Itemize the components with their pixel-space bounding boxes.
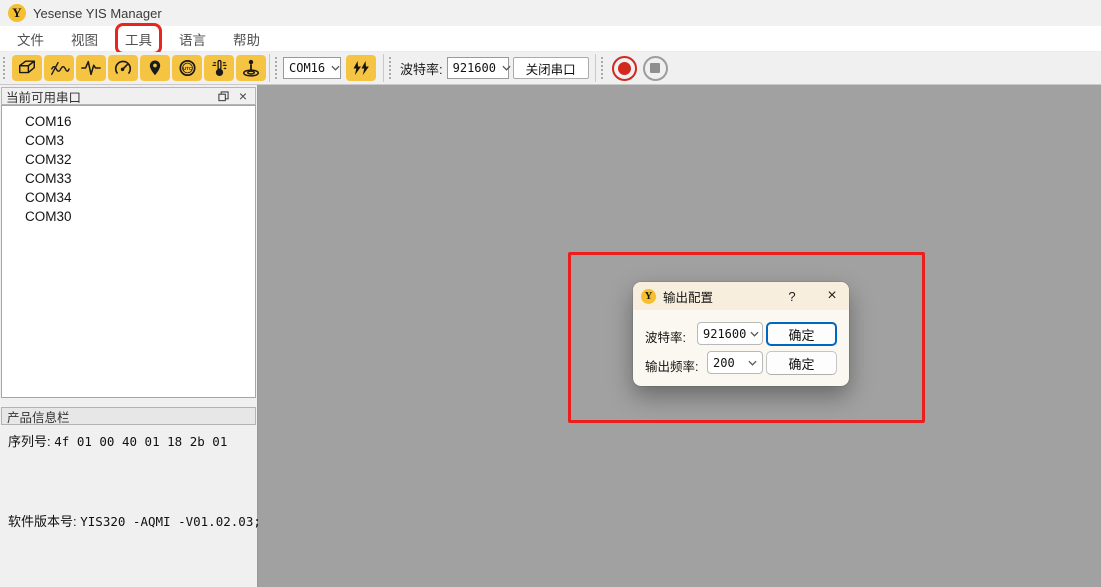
dock-header: 当前可用串口 × [1,87,256,105]
chevron-down-icon [502,65,511,71]
toolbar-location-button[interactable] [140,55,170,81]
chevron-down-icon [331,65,340,71]
toolbar-temperature-button[interactable] [204,55,234,81]
float-panel-icon[interactable] [215,89,231,103]
dialog-rate-select[interactable]: 200 [707,351,763,374]
thermometer-icon [209,58,230,78]
baud-rate-label: 波特率: [400,59,443,78]
close-serial-button[interactable]: 关闭串口 [513,57,589,79]
menu-view[interactable]: 视图 [64,26,105,52]
list-item-port[interactable]: COM30 [2,207,255,226]
utc-clock-icon: UTC [177,58,198,78]
window-title: Yesense YIS Manager [33,6,162,21]
toolbar-utc-time-button[interactable]: UTC [172,55,202,81]
app-logo-icon: Y [641,289,656,304]
port-select-value: COM16 [289,61,325,75]
serial-number-row: 序列号: 4f 01 00 40 01 18 2b 01 [8,431,227,450]
dialog-baud-ok-button[interactable]: 确定 [766,322,837,346]
gauge-icon [112,58,134,78]
toolbar-3d-view-button[interactable] [12,55,42,81]
dialog-rate-value: 200 [713,356,744,370]
close-icon[interactable]: × [235,89,251,103]
dialog-help-button[interactable]: ? [783,289,801,304]
dialog-baud-label: 波特率: [645,327,686,346]
toolbar-grip[interactable] [601,57,605,79]
dialog-title: 输出配置 [663,287,783,306]
double-lightning-icon [351,59,371,78]
toolbar-grip[interactable] [3,57,7,79]
dialog-rate-ok-button[interactable]: 确定 [766,351,837,375]
menu-file[interactable]: 文件 [10,26,51,52]
baud-rate-select[interactable]: 921600 [447,57,509,79]
waveform-icon [80,58,102,78]
angle-wave-icon [48,58,70,78]
product-info-header: 产品信息栏 [1,407,256,425]
menu-help[interactable]: 帮助 [226,26,267,52]
list-item-port[interactable]: COM34 [2,188,255,207]
port-select[interactable]: COM16 [283,57,341,79]
app-logo-icon: Y [8,4,26,22]
serial-ports-dock: 当前可用串口 × COM16 COM3 COM32 COM33 COM34 CO… [0,85,258,587]
list-item-port[interactable]: COM16 [2,112,255,131]
dialog-title-bar: Y 输出配置 ? × [633,282,849,310]
menu-language[interactable]: 语言 [172,26,213,52]
dialog-rate-label: 输出频率: [645,356,698,375]
dialog-baud-value: 921600 [703,327,746,341]
serial-number-value: 4f 01 00 40 01 18 2b 01 [54,434,227,449]
software-version-label: 软件版本号: [8,514,77,529]
output-config-dialog: Y 输出配置 ? × 波特率: 921600 确定 输出频率: 200 确定 [633,282,849,386]
menu-bar: 文件 视图 工具 语言 帮助 [0,26,1101,52]
joystick-icon [240,58,262,78]
dock-title: 当前可用串口 [6,87,211,106]
menu-tools[interactable]: 工具 [118,26,159,52]
title-bar: Y Yesense YIS Manager [0,0,1101,26]
software-version-value: YIS320 -AQMI -V01.02.03; [80,514,261,529]
toolbar-gauge-button[interactable] [108,55,138,81]
port-list: COM16 COM3 COM32 COM33 COM34 COM30 [1,105,256,398]
list-item-port[interactable]: COM33 [2,169,255,188]
chevron-down-icon [750,331,759,337]
location-pin-icon [145,58,165,78]
dialog-close-button[interactable]: × [823,288,841,304]
list-item-port[interactable]: COM3 [2,131,255,150]
toolbar-grip[interactable] [389,57,393,79]
toolbar-angle-wave-button[interactable] [44,55,74,81]
list-item-port[interactable]: COM32 [2,150,255,169]
toolbar-waveform-button[interactable] [76,55,106,81]
record-icon [618,62,631,75]
refresh-ports-button[interactable] [346,55,376,81]
svg-text:UTC: UTC [183,66,193,71]
app-window: Y Yesense YIS Manager 文件 视图 工具 语言 帮助 [0,0,1101,587]
toolbar-separator [595,54,596,82]
toolbar-separator [269,54,270,82]
cube-3d-icon [16,58,38,78]
dialog-baud-select[interactable]: 921600 [697,322,763,345]
toolbar: UTC [0,52,1101,85]
software-version-row: 软件版本号: YIS320 -AQMI -V01.02.03; [8,511,261,530]
baud-rate-value: 921600 [453,61,496,75]
stop-button[interactable] [643,56,668,81]
toolbar-grip[interactable] [275,57,279,79]
serial-number-label: 序列号: [8,434,51,449]
chevron-down-icon [748,360,757,366]
record-button[interactable] [612,56,637,81]
stop-icon [650,63,660,73]
toolbar-joystick-button[interactable] [236,55,266,81]
toolbar-separator [383,54,384,82]
